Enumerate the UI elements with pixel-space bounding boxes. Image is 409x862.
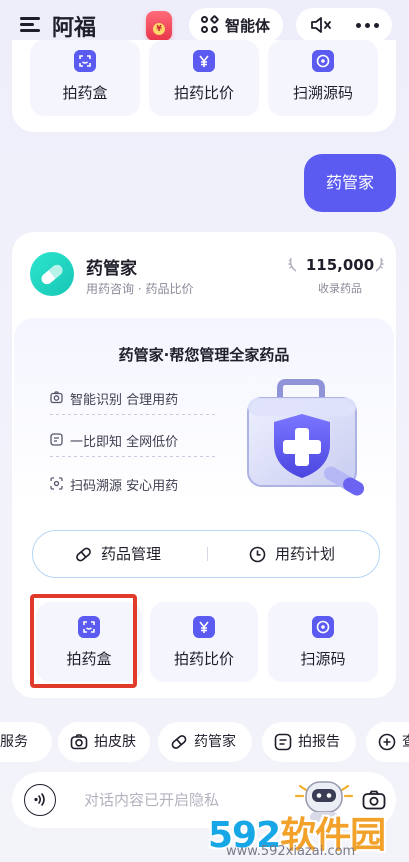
red-packet-glyph: ¥ xyxy=(153,23,165,35)
chip-drug-manager[interactable]: 药管家 xyxy=(158,722,252,762)
target-code-icon xyxy=(312,50,334,72)
chip-skin-photo[interactable]: 拍皮肤 xyxy=(58,722,150,762)
chip-query[interactable]: 查 xyxy=(366,722,409,762)
segment-divider xyxy=(207,547,208,561)
watermark-url: www.592xiazai.com xyxy=(226,844,356,859)
tool-tile-trace-top[interactable]: 扫溯源码 xyxy=(268,40,378,116)
chat-input-bar xyxy=(12,772,396,828)
plus-icon xyxy=(378,733,396,751)
more-icon[interactable] xyxy=(356,23,380,28)
yen-icon xyxy=(193,616,215,638)
laurel-left-icon xyxy=(288,257,297,272)
drug-count-label: 收录药品 xyxy=(318,282,362,295)
agent-button-label: 智能体 xyxy=(225,16,271,35)
selection-highlight-frame xyxy=(30,594,137,688)
tool-label: 拍药比价 xyxy=(173,650,234,668)
chip-label: 查 xyxy=(402,722,409,762)
feature-label: 智能识别 合理用药 xyxy=(70,393,179,408)
previous-tools-card: 拍药盒 拍药比价 扫溯源码 xyxy=(12,40,396,132)
header-actions xyxy=(296,8,392,42)
target-code-icon xyxy=(312,616,334,638)
tool-tile-compare-top[interactable]: 拍药比价 xyxy=(149,40,259,116)
scan-small-icon xyxy=(50,477,63,490)
chip-label: 拍报告 xyxy=(298,734,340,750)
camera-icon[interactable] xyxy=(362,790,386,810)
agent-grid-icon xyxy=(201,14,220,34)
chip-label: 药管家 xyxy=(194,734,236,750)
tool-label: 扫溯源码 xyxy=(292,84,353,102)
voice-wave-icon xyxy=(34,793,45,806)
medicine-box-illustration xyxy=(247,379,364,496)
chip-report-photo[interactable]: 拍报告 xyxy=(262,722,356,762)
segment-medication-plan[interactable]: 用药计划 xyxy=(249,531,369,577)
chat-input-field[interactable] xyxy=(84,788,284,812)
app-title: 阿福 xyxy=(52,16,97,41)
report-icon xyxy=(274,733,292,751)
list-small-icon xyxy=(50,433,63,446)
feature-divider xyxy=(50,456,218,457)
scan-box-icon xyxy=(74,50,96,72)
panel-title: 药管家·帮您管理全家药品 xyxy=(118,346,290,364)
robot-mascot-icon xyxy=(294,781,354,822)
camera-icon xyxy=(70,734,88,750)
yen-icon xyxy=(193,50,215,72)
feature-divider xyxy=(50,414,218,415)
drug-count: 115,000 xyxy=(305,256,375,274)
agent-button[interactable]: 智能体 xyxy=(189,8,283,42)
segment-label: 药品管理 xyxy=(101,545,162,563)
segment-drug-management[interactable]: 药品管理 xyxy=(75,531,195,577)
menu-icon[interactable] xyxy=(20,17,40,33)
segment-label: 用药计划 xyxy=(275,545,336,563)
voice-button[interactable] xyxy=(24,784,56,816)
intro-panel: 药管家·帮您管理全家药品 智能识别 合理用药 一比即知 全网低价 扫码溯源 安心… xyxy=(14,318,394,586)
tool-label: 拍药比价 xyxy=(173,84,234,102)
red-packet-icon[interactable]: ¥ xyxy=(146,11,172,41)
tool-label: 扫源码 xyxy=(300,650,346,668)
capsule-icon xyxy=(171,735,187,749)
capsule-icon xyxy=(76,547,91,562)
chip-service[interactable]: 服务 xyxy=(0,722,52,762)
card-subtitle: 用药咨询 · 药品比价 xyxy=(86,282,194,296)
user-message-bubble: 药管家 xyxy=(304,154,396,212)
clock-icon xyxy=(249,546,266,563)
feature-label: 一比即知 全网低价 xyxy=(70,435,179,450)
laurel-right-icon xyxy=(375,257,384,272)
tool-tile-scan-box-top[interactable]: 拍药盒 xyxy=(30,40,140,116)
chip-label: 拍皮肤 xyxy=(94,734,136,750)
camera-small-icon xyxy=(50,391,63,404)
card-title: 药管家 xyxy=(86,259,137,279)
feature-label: 扫码溯源 安心用药 xyxy=(70,479,179,494)
tool-label: 拍药盒 xyxy=(62,84,108,102)
capsule-logo-icon xyxy=(30,252,74,296)
chip-label: 服务 xyxy=(0,734,28,750)
tool-tile-trace[interactable]: 扫源码 xyxy=(268,602,378,682)
tool-tile-compare[interactable]: 拍药比价 xyxy=(150,602,258,682)
drug-manager-segmented-control: 药品管理 用药计划 xyxy=(32,530,380,578)
speaker-mute-icon[interactable] xyxy=(310,17,332,33)
